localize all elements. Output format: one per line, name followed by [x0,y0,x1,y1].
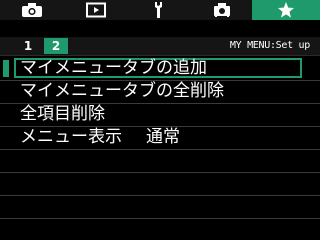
tab-my-menu[interactable] [252,0,320,20]
menu-item-add-my-menu-tab[interactable]: マイメニュータブの追加 [0,57,320,81]
tab-shooting[interactable] [0,0,64,20]
tab-playback[interactable] [64,0,128,20]
menu-item-delete-all-items[interactable]: 全項目削除 [0,103,320,127]
menu-item-delete-all-my-menu-tabs[interactable]: マイメニュータブの全削除 [0,80,320,104]
camera-icon [22,3,42,17]
menu-title: MY MENU:Set up [229,40,310,51]
empty-menu-row [0,149,320,173]
menu-item-label: マイメニュータブの追加 [20,58,207,78]
menu-item-value: 通常 [146,127,180,147]
menu-item-label: メニュー表示 [20,127,122,147]
tab-setup[interactable] [128,0,192,20]
selection-marker [3,60,9,77]
tab-custom-functions[interactable] [192,0,252,20]
custom-function-icon [214,3,230,17]
wrench-icon [155,2,162,18]
menu-item-menu-display[interactable]: メニュー表示 通常 [0,126,320,150]
empty-menu-row [0,172,320,196]
menu-item-label: マイメニュータブの全削除 [20,81,224,101]
page-tab-1[interactable]: 1 [17,38,39,54]
menu-tab-bar [0,0,320,20]
empty-menu-row [0,195,320,219]
star-icon [278,2,294,18]
playback-icon [86,2,106,18]
menu-item-label: 全項目削除 [20,104,105,124]
page-tab-2[interactable]: 2 [44,38,68,54]
